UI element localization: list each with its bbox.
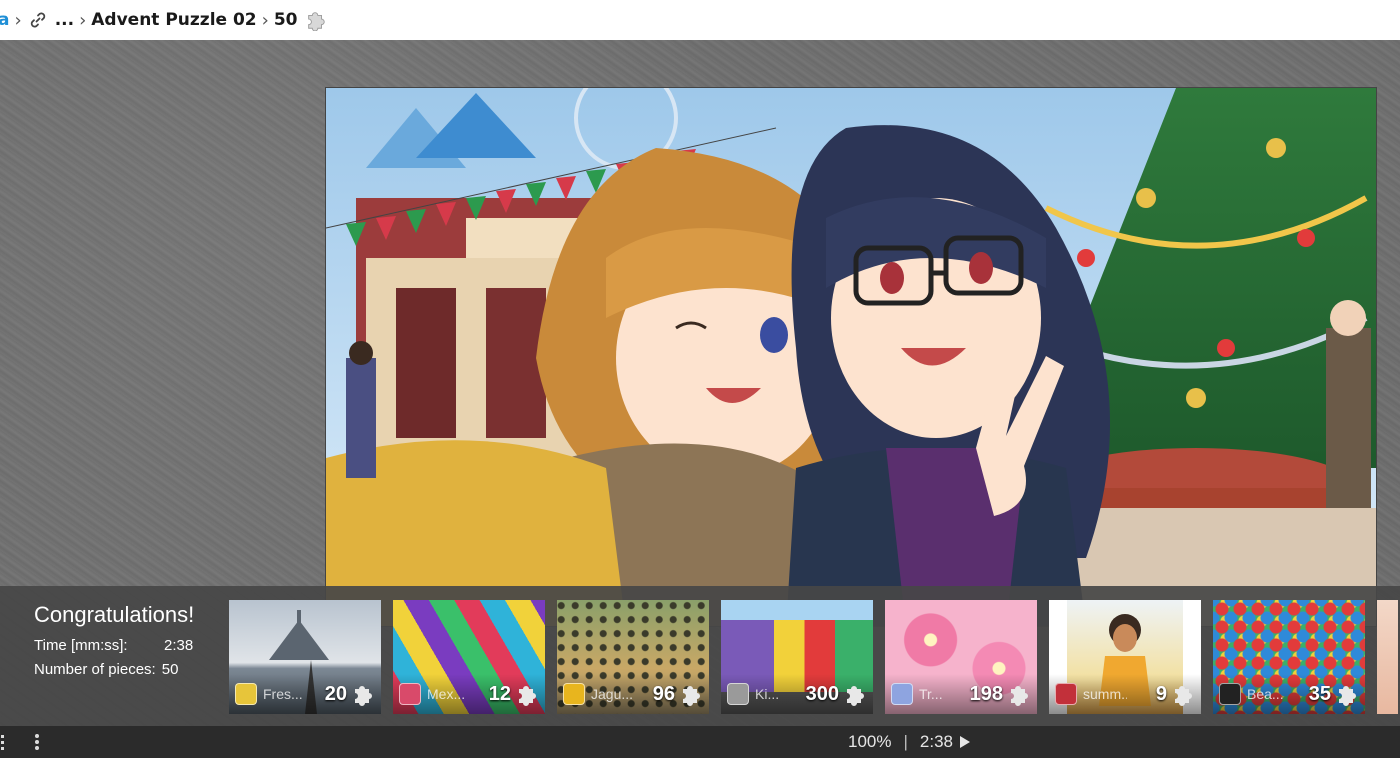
next-puzzles-list: Fres... 20 Mex... 12 Jagu... 96 Ki... 30… [229, 600, 1398, 714]
thumbnail-piece-count: 300 [805, 682, 839, 705]
author-avatar [727, 683, 749, 705]
puzzle-piece-icon [351, 682, 375, 706]
congrats-title: Congratulations! [34, 602, 195, 627]
chevron-right-icon: › [261, 9, 269, 31]
puzzle-thumbnail[interactable]: Ki... 300 [721, 600, 873, 714]
thumbnail-title: Jagu... [591, 686, 634, 702]
puzzle-thumbnail[interactable]: Fres... 20 [229, 600, 381, 714]
pieces-row: Number of pieces: 50 [34, 658, 194, 682]
thumbnail-piece-count: 96 [652, 682, 675, 705]
breadcrumb-ellipsis[interactable]: ... [55, 10, 74, 30]
thumbnail-piece-count: 9 [1155, 682, 1167, 705]
time-label: Time [mm:ss]: [34, 637, 128, 654]
time-row: Time [mm:ss]: 2:38 [34, 634, 194, 658]
results-panel: Congratulations! Time [mm:ss]: 2:38 Numb… [0, 586, 1400, 726]
author-avatar [235, 683, 257, 705]
breadcrumb: a › ... › Advent Puzzle 02 › 50 [0, 0, 1400, 40]
play-icon[interactable] [959, 735, 971, 749]
puzzle-thumbnail[interactable]: summ... 9 [1049, 600, 1201, 714]
puzzle-piece-icon [679, 682, 703, 706]
puzzle-thumbnail[interactable] [1377, 600, 1398, 714]
puzzle-piece-icon [1171, 682, 1195, 706]
puzzle-piece-icon [304, 8, 328, 32]
chevron-right-icon: › [14, 9, 22, 31]
congrats-box: Congratulations! Time [mm:ss]: 2:38 Numb… [34, 602, 194, 682]
puzzle-piece-icon [1335, 682, 1359, 706]
author-avatar [1055, 683, 1077, 705]
status-bar: 100% | 2:38 [0, 726, 1400, 758]
pieces-value: 50 [161, 661, 179, 678]
link-icon[interactable] [27, 9, 49, 31]
thumbnail-title: Fres... [263, 686, 303, 702]
grid-icon[interactable] [0, 732, 8, 752]
puzzle-piece-icon [843, 682, 867, 706]
zoom-level[interactable]: 100% [848, 732, 891, 752]
puzzle-thumbnail[interactable]: Bea... 35 [1213, 600, 1365, 714]
thumbnail-piece-count: 198 [969, 682, 1003, 705]
thumbnail-title: summ... [1083, 686, 1127, 702]
thumbnail-piece-count: 12 [488, 682, 511, 705]
breadcrumb-puzzle[interactable]: Advent Puzzle 02 [91, 10, 256, 30]
breadcrumb-pieces: 50 [273, 10, 298, 30]
pieces-label: Number of pieces: [34, 661, 156, 678]
status-timer: 2:38 [919, 732, 953, 751]
thumbnail-title: Tr... [919, 686, 943, 702]
puzzle-piece-icon [515, 682, 539, 706]
author-avatar [563, 683, 585, 705]
more-vertical-icon[interactable] [34, 732, 40, 752]
thumbnail-piece-count: 20 [324, 682, 347, 705]
author-avatar [399, 683, 421, 705]
author-avatar [1219, 683, 1241, 705]
puzzle-thumbnail[interactable]: Mex... 12 [393, 600, 545, 714]
thumbnail-title: Mex... [427, 686, 466, 702]
chevron-right-icon: › [79, 9, 87, 31]
puzzle-thumbnail[interactable]: Tr... 198 [885, 600, 1037, 714]
thumbnail-title: Ki... [755, 686, 780, 702]
status-divider: | [903, 732, 908, 751]
solved-puzzle-image[interactable] [325, 87, 1377, 627]
thumbnail-piece-count: 35 [1308, 682, 1331, 705]
puzzle-piece-icon [1007, 682, 1031, 706]
thumbnail-title: Bea... [1247, 686, 1284, 702]
time-value: 2:38 [164, 637, 194, 654]
breadcrumb-app[interactable]: a [0, 10, 9, 30]
author-avatar [891, 683, 913, 705]
puzzle-thumbnail[interactable]: Jagu... 96 [557, 600, 709, 714]
